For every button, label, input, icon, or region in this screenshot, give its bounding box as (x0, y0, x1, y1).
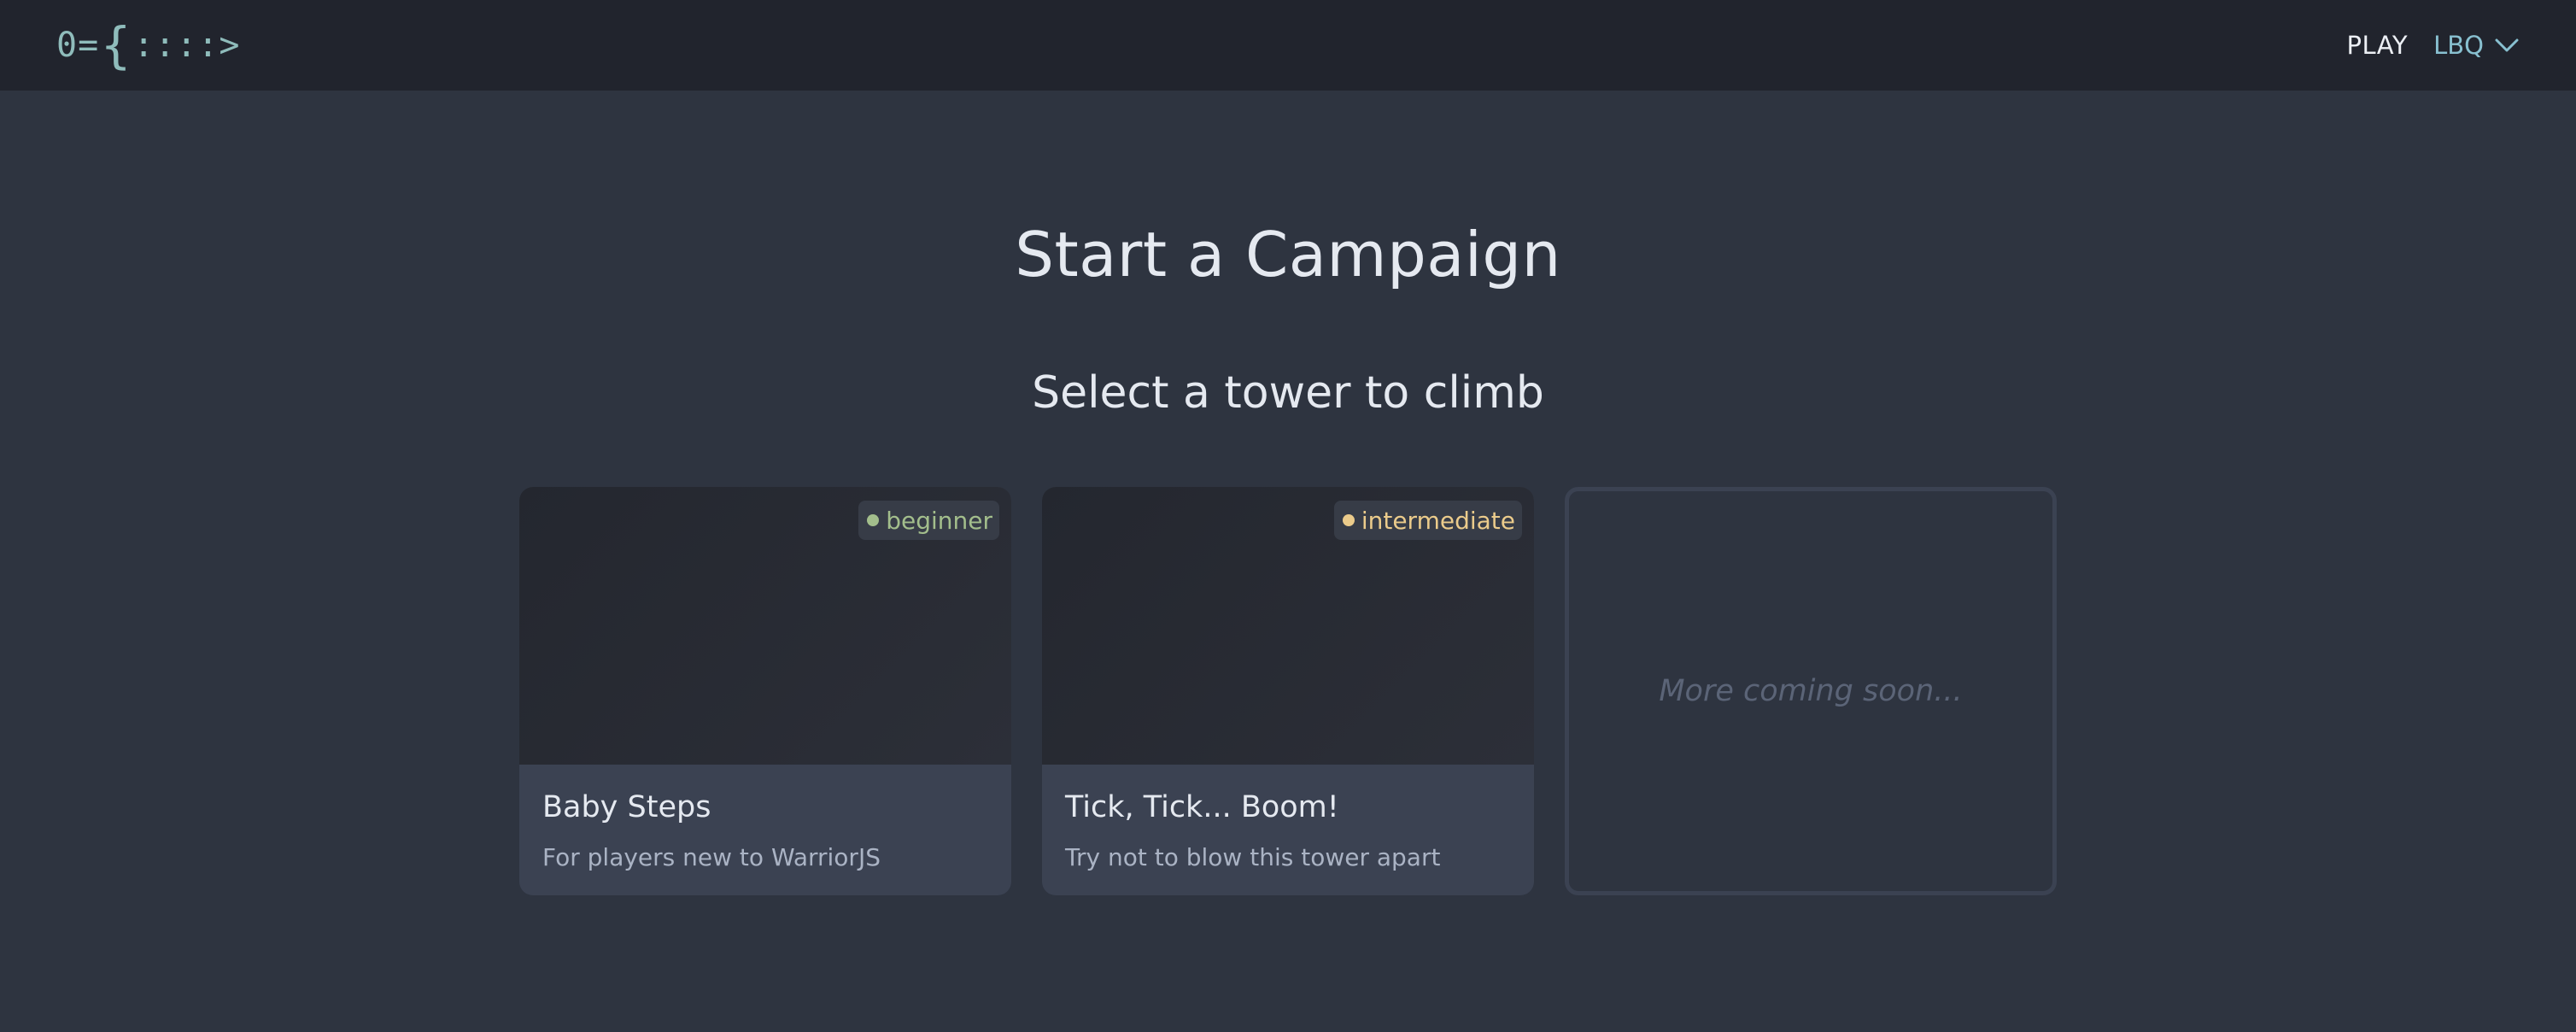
page-title: Start a Campaign (1015, 219, 1561, 290)
difficulty-badge: beginner (858, 501, 999, 540)
logo-brace: { (101, 16, 132, 74)
tower-card-body: Baby Steps For players new to WarriorJS (519, 765, 1011, 895)
tower-name: Tick, Tick... Boom! (1065, 790, 1339, 824)
tower-card-body: Tick, Tick... Boom! Try not to blow this… (1042, 765, 1534, 895)
nav-links: PLAY LBQ (2346, 31, 2520, 60)
difficulty-dot-icon (1342, 514, 1355, 526)
difficulty-label: intermediate (1361, 506, 1515, 535)
warriorjs-logo[interactable]: 0={:::: > (56, 21, 241, 70)
tower-card-baby-steps[interactable]: beginner Baby Steps For players new to W… (519, 487, 1011, 895)
coming-soon-text: More coming soon... (1659, 674, 1963, 708)
tower-card-image: intermediate (1042, 487, 1534, 765)
logo-left: 0= (56, 26, 100, 65)
logo-dots: :::: (133, 26, 220, 65)
difficulty-badge: intermediate (1333, 501, 1522, 540)
user-menu[interactable]: LBQ (2433, 31, 2520, 60)
difficulty-label: beginner (886, 506, 992, 535)
user-name: LBQ (2433, 31, 2484, 60)
chevron-down-icon (2495, 38, 2519, 52)
coming-soon-placeholder: More coming soon... (1565, 487, 2057, 895)
tower-description: Try not to blow this tower apart (1065, 843, 1441, 871)
page-subtitle: Select a tower to climb (1032, 367, 1544, 419)
tower-description: For players new to WarriorJS (542, 843, 881, 871)
tower-card-tick-tick-boom[interactable]: intermediate Tick, Tick... Boom! Try not… (1042, 487, 1534, 895)
tower-name: Baby Steps (542, 790, 711, 824)
top-navbar: 0={:::: > PLAY LBQ (0, 0, 2576, 91)
play-link[interactable]: PLAY (2346, 31, 2408, 60)
tower-card-image: beginner (519, 487, 1011, 765)
logo-tip: > (219, 26, 241, 65)
difficulty-dot-icon (867, 514, 880, 526)
